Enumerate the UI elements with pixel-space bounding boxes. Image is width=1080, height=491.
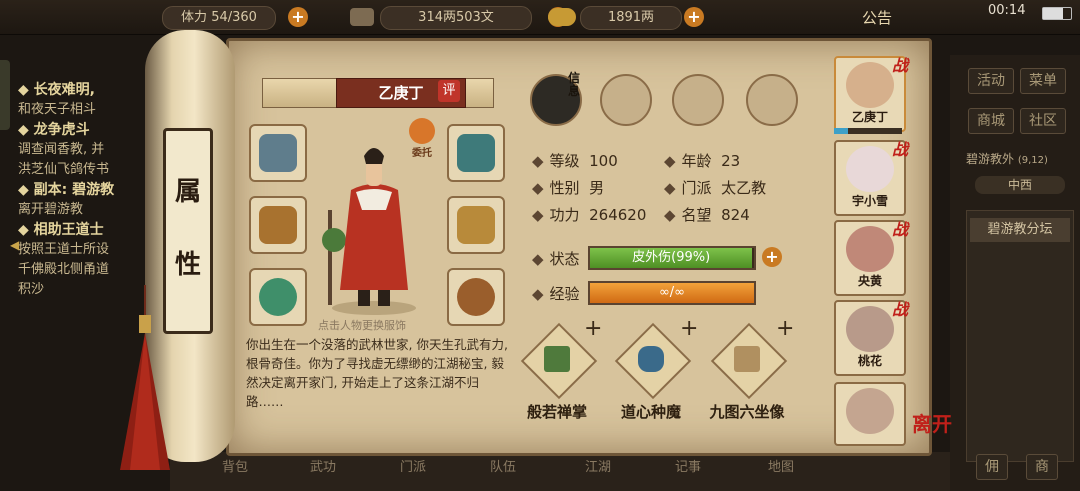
- coin-icon: [350, 8, 374, 26]
- age-stat: ◆ 年龄 23: [664, 152, 741, 170]
- weapon-icon: [259, 134, 297, 172]
- exp-bar: ∞/∞: [588, 281, 756, 305]
- amulet-icon: [259, 206, 297, 244]
- clock: 00:14: [988, 3, 1026, 18]
- team-member[interactable]: 宇小雪 战: [834, 140, 908, 216]
- battery-icon: [1042, 7, 1072, 20]
- notice-button[interactable]: 公告: [862, 7, 892, 28]
- direction-indicator: 中西: [975, 176, 1065, 194]
- change-outfit-hint: 点击人物更换服饰: [318, 319, 406, 332]
- gold-ingot-icon: [548, 8, 576, 26]
- member-progress: [834, 128, 902, 134]
- armor-icon: [457, 206, 495, 244]
- collapse-arrow-icon[interactable]: ◀: [10, 238, 19, 252]
- scroll-tab-icon[interactable]: [600, 74, 652, 126]
- money-display: 314两503文: [380, 6, 532, 30]
- bottom-tab-bag[interactable]: 背包: [222, 456, 248, 475]
- info-tab-label: 信息: [568, 71, 581, 98]
- bottom-tab-martial[interactable]: 武功: [310, 456, 336, 475]
- skill-name-2: 道心种魔: [620, 403, 681, 421]
- equip-slot-helmet[interactable]: [447, 124, 505, 182]
- ring-icon: [259, 278, 297, 316]
- bottom-tab-map[interactable]: 地图: [768, 456, 794, 475]
- power-stat: ◆ 功力 264620: [532, 206, 647, 224]
- exp-label: ◆ 经验: [532, 285, 580, 303]
- add-skill-2-button[interactable]: +: [680, 316, 698, 341]
- equip-slot-weapon[interactable]: [249, 124, 307, 182]
- equip-slot-armor[interactable]: [447, 196, 505, 254]
- avatar: [846, 226, 894, 272]
- community-button[interactable]: 社区: [1020, 108, 1066, 134]
- add-skill-3-button[interactable]: +: [776, 316, 794, 341]
- shop-button[interactable]: 商城: [968, 108, 1014, 134]
- exp-bar-fill: ∞/∞: [590, 283, 754, 303]
- team-member[interactable]: 乙庚丁 战: [834, 56, 908, 132]
- gourd-icon: [457, 278, 495, 316]
- helmet-icon: [457, 134, 495, 172]
- team-member[interactable]: 桃花 战: [834, 300, 908, 376]
- equip-slot-boots[interactable]: [447, 268, 505, 326]
- level-stat: ◆ 等级 100: [532, 152, 618, 170]
- gender-stat: ◆ 性别 男: [532, 179, 605, 197]
- status-bar-fill: 皮外伤(99%): [590, 248, 753, 268]
- merchant-button[interactable]: 商: [1026, 454, 1058, 480]
- character-figure[interactable]: [316, 140, 432, 315]
- mercenary-button[interactable]: 佣: [976, 454, 1008, 480]
- leave-button[interactable]: 离开: [912, 408, 952, 437]
- team-member[interactable]: 央黄 战: [834, 220, 908, 296]
- skill-name-3: 九图六坐像: [709, 403, 785, 421]
- bottom-tab-journal[interactable]: 记事: [675, 456, 701, 475]
- sect-stat: ◆ 门派 太乙教: [664, 179, 767, 197]
- target-item[interactable]: 碧游教分坛: [970, 218, 1070, 242]
- status-bar: 皮外伤(99%): [588, 246, 756, 270]
- quest-item[interactable]: ◆ 龙争虎斗 调查闻香教, 并 洪芝仙飞鸽传书: [18, 120, 153, 180]
- add-stamina-button[interactable]: +: [288, 7, 308, 27]
- bagua-tab-icon[interactable]: [672, 74, 724, 126]
- tassel-icon: [120, 285, 170, 470]
- activity-button[interactable]: 活动: [968, 68, 1014, 94]
- manual-icon: [734, 346, 760, 372]
- gold-display: 1891两: [580, 6, 682, 30]
- fame-stat: ◆ 名望 824: [664, 206, 750, 224]
- quest-panel-tab[interactable]: [0, 60, 10, 130]
- bottom-bar: [170, 452, 950, 491]
- avatar: [846, 146, 894, 192]
- bottom-tab-sect[interactable]: 门派: [400, 456, 426, 475]
- avatar: [846, 388, 894, 434]
- heal-button[interactable]: +: [762, 247, 782, 267]
- stamina-display: 体力 54/360: [162, 6, 276, 30]
- avatar: [846, 306, 894, 352]
- bottom-tab-jianghu[interactable]: 江湖: [585, 456, 611, 475]
- status-label: ◆ 状态: [532, 250, 580, 268]
- equip-slot-ring[interactable]: [249, 268, 307, 326]
- quest-item[interactable]: ◆ 长夜难明, 和夜天子相斗: [18, 80, 153, 120]
- quest-item[interactable]: ◆ 副本: 碧游教 离开碧游教: [18, 180, 153, 220]
- delegate-icon: [409, 118, 435, 144]
- menu-button[interactable]: 菜单: [1020, 68, 1066, 94]
- delegate-button[interactable]: 委托: [405, 118, 439, 159]
- add-gold-button[interactable]: +: [684, 7, 704, 27]
- scroll-icon: [638, 346, 664, 372]
- avatar: [846, 62, 894, 108]
- meridian-tab-icon[interactable]: [746, 74, 798, 126]
- book-icon: [544, 346, 570, 372]
- rate-button[interactable]: 评: [438, 80, 460, 102]
- equip-slot-accessory[interactable]: [249, 196, 307, 254]
- location-label: 碧游教外 (9,12): [966, 152, 1048, 166]
- target-list: [966, 210, 1074, 462]
- bottom-tab-team[interactable]: 队伍: [490, 456, 516, 475]
- team-member[interactable]: [834, 382, 906, 446]
- add-skill-1-button[interactable]: +: [584, 316, 602, 341]
- skill-name-1: 般若禅掌: [526, 403, 587, 421]
- character-story: 你出生在一个没落的武林世家, 你天生孔武有力, 根骨奇佳。你为了寻找虚无缥缈的江…: [246, 337, 508, 409]
